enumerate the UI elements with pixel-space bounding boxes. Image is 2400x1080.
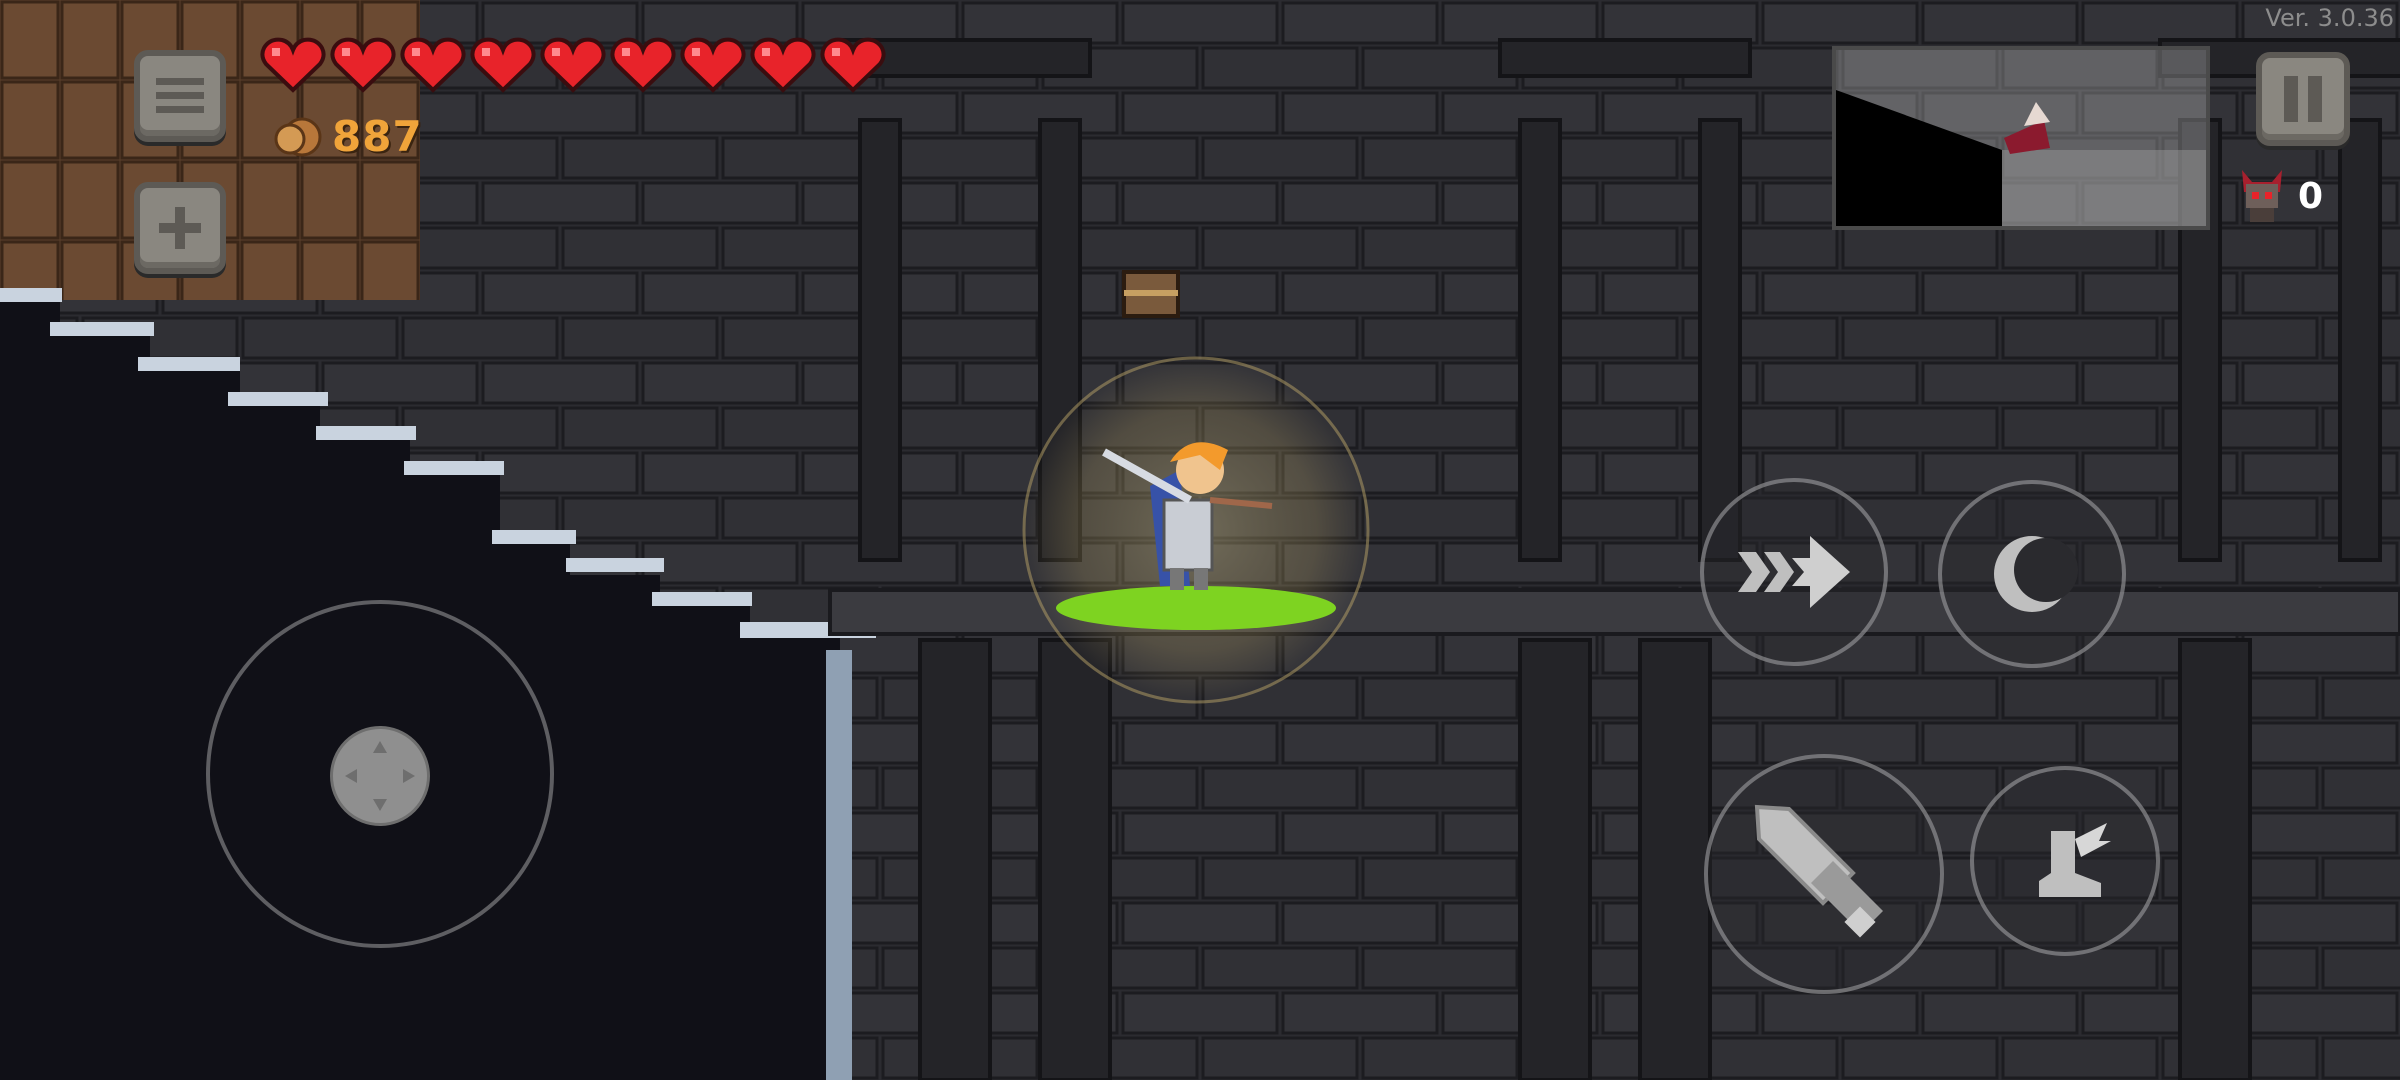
- pause-button[interactable]: [2256, 52, 2350, 146]
- chest-mimic: [1122, 270, 1180, 318]
- heart-icon: [680, 37, 746, 93]
- jump-button[interactable]: [1970, 766, 2160, 956]
- attack-button[interactable]: [1704, 754, 1944, 994]
- kill-count: 0: [2298, 175, 2324, 217]
- minimap-player-marker: [2004, 102, 2050, 154]
- crescent-moon-icon: [1994, 536, 2078, 612]
- pause-icon: [2284, 76, 2322, 122]
- plus-icon: [159, 207, 201, 249]
- skill-button[interactable]: [1938, 480, 2126, 668]
- version-label: Ver. 3.0.36: [2265, 4, 2394, 32]
- heart-icon: [750, 37, 816, 93]
- minimap-view: [1836, 90, 2206, 226]
- coin-count: 887: [332, 112, 423, 161]
- kill-counter: 0: [2240, 166, 2323, 226]
- heart-icon: [820, 37, 886, 93]
- demon-skull-icon: [2242, 170, 2282, 222]
- add-button[interactable]: [134, 182, 226, 274]
- dpad-icon: [345, 741, 415, 811]
- heart-icon: [400, 37, 466, 93]
- slime-puddle: [1056, 586, 1336, 630]
- menu-icon: [156, 78, 204, 113]
- heart-icon: [610, 37, 676, 93]
- health-hearts: [258, 36, 888, 94]
- dash-arrow-icon: [1738, 536, 1850, 608]
- heart-icon: [540, 37, 606, 93]
- coin-icon: [274, 117, 322, 156]
- joystick-knob[interactable]: [330, 726, 430, 826]
- dash-button[interactable]: [1700, 478, 1888, 666]
- winged-boot-icon: [2039, 823, 2111, 897]
- heart-icon: [330, 37, 396, 93]
- coin-counter: 887: [272, 112, 423, 161]
- heart-icon: [260, 37, 326, 93]
- sword-icon: [1754, 804, 1883, 938]
- heart-icon: [470, 37, 536, 93]
- menu-button[interactable]: [134, 50, 226, 142]
- minimap[interactable]: [1832, 46, 2210, 230]
